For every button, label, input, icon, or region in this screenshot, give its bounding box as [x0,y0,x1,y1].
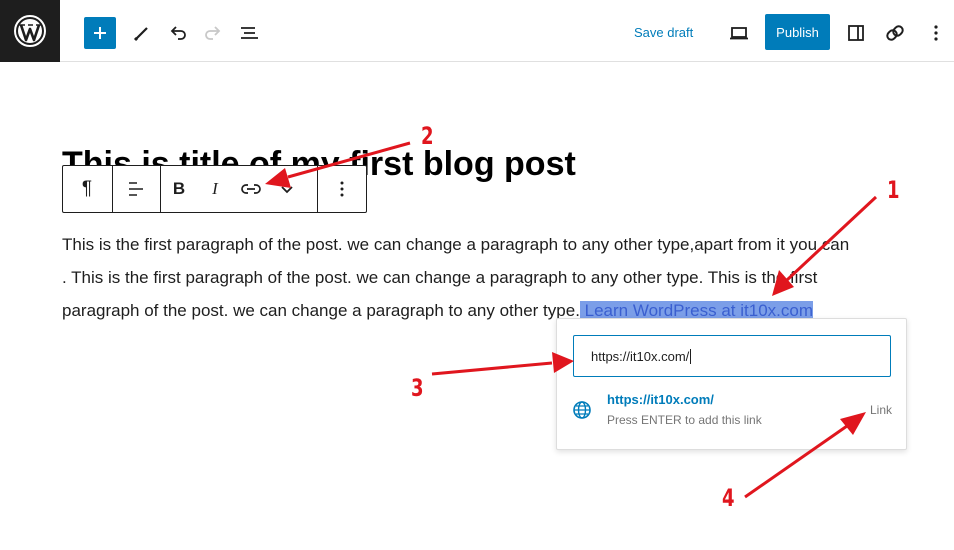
annotation-number-1: 1 [887,176,900,204]
paragraph-block-button[interactable]: ¶ [63,166,111,212]
chevron-down-icon [281,186,293,194]
preview-button[interactable] [723,17,755,49]
link-popover: https://it10x.com/ https://it10x.com/ Pr… [556,318,907,450]
add-block-button[interactable] [84,17,116,49]
undo-icon [170,26,186,40]
block-options-button[interactable] [318,166,366,212]
plus-icon [94,27,106,39]
paragraph-block[interactable]: This is the first paragraph of the post.… [62,228,902,327]
sidebar-icon [848,25,864,41]
link-button[interactable] [233,166,269,212]
block-toolbar: ¶ B I [62,165,367,213]
text-caret [690,348,692,364]
desktop-icon [730,27,748,40]
align-button[interactable] [113,166,159,212]
link-url-input[interactable]: https://it10x.com/ [573,335,891,377]
document-overview-button[interactable] [233,17,265,49]
block-options-group [318,166,366,212]
undo-button[interactable] [162,17,194,49]
paragraph-line: This is the first paragraph of the post.… [62,235,850,254]
suggestion-hint: Press ENTER to add this link [607,413,762,427]
annotation-number-2: 2 [421,122,434,150]
annotation-number-4: 4 [722,484,735,512]
wordpress-icon [14,15,46,47]
link-settings-button[interactable] [879,17,911,49]
editor-header: Save draft Publish [0,0,954,62]
save-draft-button[interactable]: Save draft [634,22,693,44]
link-icon [886,25,904,41]
publish-button[interactable]: Publish [765,14,830,50]
redo-icon [205,26,221,40]
format-group: B I [161,166,318,212]
annotation-arrow-3 [431,361,553,376]
paragraph-line: . This is the first paragraph of the pos… [62,268,818,287]
globe-icon [573,401,591,419]
paragraph-line-text: paragraph of the post. we can change a p… [62,301,580,320]
tools-button[interactable] [126,17,158,49]
block-type-group: ¶ [63,166,113,212]
link-url-value: https://it10x.com/ [591,348,690,364]
more-vertical-icon [934,25,938,41]
link-icon [241,184,261,194]
suggestion-type: Link [869,403,892,417]
suggestion-url: https://it10x.com/ [607,392,714,407]
wordpress-logo-button[interactable] [0,0,60,62]
list-view-icon [241,27,258,39]
settings-sidebar-button[interactable] [840,17,872,49]
alignment-group [113,166,161,212]
more-formatting-button[interactable] [269,166,305,212]
italic-button[interactable]: I [197,166,233,212]
link-suggestion[interactable]: https://it10x.com/ Press ENTER to add th… [557,387,906,437]
annotation-number-3: 3 [411,374,424,402]
bold-button[interactable]: B [161,166,197,212]
pencil-icon [133,27,148,42]
align-left-icon [129,182,143,196]
more-vertical-icon [340,181,344,197]
options-button[interactable] [920,17,952,49]
redo-button[interactable] [197,17,229,49]
